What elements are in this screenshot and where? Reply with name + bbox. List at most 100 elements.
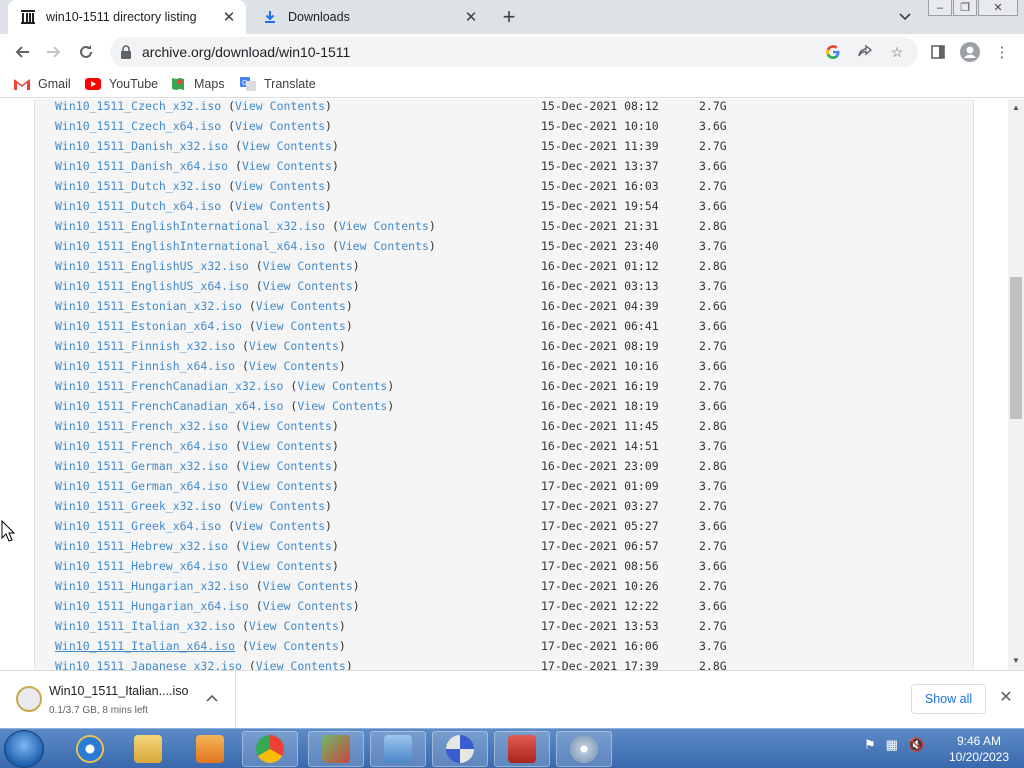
- side-panel-icon[interactable]: [924, 38, 952, 66]
- scroll-down-arrow-icon[interactable]: ▼: [1011, 656, 1021, 666]
- view-contents-link[interactable]: View Contents: [263, 599, 353, 613]
- tab-directory-listing[interactable]: win10-1511 directory listing ✕: [8, 0, 246, 34]
- view-contents-link[interactable]: View Contents: [256, 299, 346, 313]
- view-contents-link[interactable]: View Contents: [235, 179, 325, 193]
- view-contents-link[interactable]: View Contents: [235, 99, 325, 113]
- tab-downloads[interactable]: Downloads ✕: [250, 0, 488, 34]
- file-link[interactable]: Win10_1511_Finnish_x32.iso: [55, 339, 235, 353]
- file-link[interactable]: Win10_1511_Estonian_x32.iso: [55, 299, 242, 313]
- media-player-icon[interactable]: [182, 731, 238, 767]
- file-link[interactable]: Win10_1511_Czech_x64.iso: [55, 119, 221, 133]
- disc-utility-icon[interactable]: [556, 731, 612, 767]
- control-panel-icon[interactable]: [370, 731, 426, 767]
- view-contents-link[interactable]: View Contents: [339, 219, 429, 233]
- network-users-icon[interactable]: [308, 731, 364, 767]
- scrollbar-thumb[interactable]: [1010, 277, 1022, 419]
- start-button[interactable]: [4, 730, 44, 768]
- new-tab-icon[interactable]: +: [497, 4, 521, 29]
- internet-explorer-icon[interactable]: [62, 731, 118, 767]
- file-link[interactable]: Win10_1511_Dutch_x32.iso: [55, 179, 221, 193]
- view-contents-link[interactable]: View Contents: [263, 279, 353, 293]
- action-center-flag-icon[interactable]: ⚑: [864, 737, 876, 753]
- file-link[interactable]: Win10_1511_Italian_x64.iso: [55, 639, 235, 653]
- reload-icon[interactable]: [72, 38, 100, 66]
- volume-muted-icon[interactable]: 🔇: [908, 737, 924, 753]
- view-contents-link[interactable]: View Contents: [242, 459, 332, 473]
- file-link[interactable]: Win10_1511_EnglishUS_x64.iso: [55, 279, 249, 293]
- view-contents-link[interactable]: View Contents: [242, 139, 332, 153]
- settings-gear-icon[interactable]: [432, 731, 488, 767]
- file-link[interactable]: Win10_1511_Italian_x32.iso: [55, 619, 235, 633]
- file-link[interactable]: Win10_1511_Dutch_x64.iso: [55, 199, 221, 213]
- file-link[interactable]: Win10_1511_Finnish_x64.iso: [55, 359, 235, 373]
- view-contents-link[interactable]: View Contents: [256, 319, 346, 333]
- file-link[interactable]: Win10_1511_Hebrew_x32.iso: [55, 539, 228, 553]
- profile-avatar-icon[interactable]: [956, 38, 984, 66]
- vertical-scrollbar[interactable]: ▲ ▼: [1008, 99, 1024, 670]
- file-link[interactable]: Win10_1511_French_x32.iso: [55, 419, 228, 433]
- file-link[interactable]: Win10_1511_German_x64.iso: [55, 479, 228, 493]
- view-contents-link[interactable]: View Contents: [263, 579, 353, 593]
- share-icon[interactable]: [854, 41, 876, 63]
- close-shelf-icon[interactable]: ✕: [996, 688, 1016, 708]
- minimize-icon[interactable]: –: [928, 0, 952, 16]
- view-contents-link[interactable]: View Contents: [242, 479, 332, 493]
- close-tab-icon[interactable]: ✕: [460, 6, 482, 28]
- star-icon[interactable]: ☆: [886, 41, 908, 63]
- view-contents-link[interactable]: View Contents: [242, 439, 332, 453]
- file-link[interactable]: Win10_1511_French_x64.iso: [55, 439, 228, 453]
- view-contents-link[interactable]: View Contents: [297, 379, 387, 393]
- bookmark-gmail[interactable]: Gmail: [14, 75, 71, 93]
- view-contents-link[interactable]: View Contents: [256, 659, 346, 670]
- file-link[interactable]: Win10_1511_EnglishInternational_x64.iso: [55, 239, 325, 253]
- back-arrow-icon[interactable]: [8, 38, 36, 66]
- file-link[interactable]: Win10_1511_Greek_x32.iso: [55, 499, 221, 513]
- view-contents-link[interactable]: View Contents: [235, 519, 325, 533]
- view-contents-link[interactable]: View Contents: [249, 639, 339, 653]
- file-link[interactable]: Win10_1511_Hebrew_x64.iso: [55, 559, 228, 573]
- bookmark-youtube[interactable]: YouTube: [85, 75, 158, 93]
- view-contents-link[interactable]: View Contents: [339, 239, 429, 253]
- scroll-up-arrow-icon[interactable]: ▲: [1011, 103, 1021, 113]
- file-link[interactable]: Win10_1511_EnglishUS_x32.iso: [55, 259, 249, 273]
- file-link[interactable]: Win10_1511_Greek_x64.iso: [55, 519, 221, 533]
- view-contents-link[interactable]: View Contents: [235, 199, 325, 213]
- view-contents-link[interactable]: View Contents: [242, 419, 332, 433]
- view-contents-link[interactable]: View Contents: [297, 399, 387, 413]
- toolbox-icon[interactable]: [494, 731, 550, 767]
- chevron-up-icon[interactable]: [203, 691, 221, 709]
- file-link[interactable]: Win10_1511_Danish_x64.iso: [55, 159, 228, 173]
- forward-arrow-icon[interactable]: [40, 38, 68, 66]
- file-link[interactable]: Win10_1511_Danish_x32.iso: [55, 139, 228, 153]
- close-tab-icon[interactable]: ✕: [218, 6, 240, 28]
- view-contents-link[interactable]: View Contents: [249, 619, 339, 633]
- file-link[interactable]: Win10_1511_Japanese_x32.iso: [55, 659, 242, 670]
- view-contents-link[interactable]: View Contents: [242, 539, 332, 553]
- address-bar[interactable]: archive.org/download/win10-1511 ☆: [110, 37, 918, 67]
- file-link[interactable]: Win10_1511_Hungarian_x64.iso: [55, 599, 249, 613]
- download-item[interactable]: Win10_1511_Italian....iso 0.1/3.7 GB, 8 …: [0, 671, 236, 728]
- bookmark-maps[interactable]: Maps: [170, 75, 225, 93]
- file-link[interactable]: Win10_1511_German_x32.iso: [55, 459, 228, 473]
- chrome-icon[interactable]: [242, 731, 298, 767]
- file-link[interactable]: Win10_1511_Czech_x32.iso: [55, 99, 221, 113]
- view-contents-link[interactable]: View Contents: [249, 339, 339, 353]
- file-link[interactable]: Win10_1511_Hungarian_x32.iso: [55, 579, 249, 593]
- close-window-icon[interactable]: ✕: [978, 0, 1018, 16]
- view-contents-link[interactable]: View Contents: [235, 499, 325, 513]
- view-contents-link[interactable]: View Contents: [235, 119, 325, 133]
- view-contents-link[interactable]: View Contents: [242, 559, 332, 573]
- restore-icon[interactable]: ❐: [953, 0, 977, 16]
- google-icon[interactable]: [822, 41, 844, 63]
- file-explorer-icon[interactable]: [120, 731, 176, 767]
- view-contents-link[interactable]: View Contents: [242, 159, 332, 173]
- file-link[interactable]: Win10_1511_FrenchCanadian_x64.iso: [55, 399, 283, 413]
- network-icon[interactable]: ▦: [886, 737, 898, 753]
- file-link[interactable]: Win10_1511_EnglishInternational_x32.iso: [55, 219, 325, 233]
- file-link[interactable]: Win10_1511_FrenchCanadian_x32.iso: [55, 379, 283, 393]
- show-all-button[interactable]: Show all: [911, 684, 986, 714]
- view-contents-link[interactable]: View Contents: [263, 259, 353, 273]
- bookmark-translate[interactable]: G Translate: [240, 75, 316, 93]
- view-contents-link[interactable]: View Contents: [249, 359, 339, 373]
- chevron-down-icon[interactable]: [893, 6, 917, 28]
